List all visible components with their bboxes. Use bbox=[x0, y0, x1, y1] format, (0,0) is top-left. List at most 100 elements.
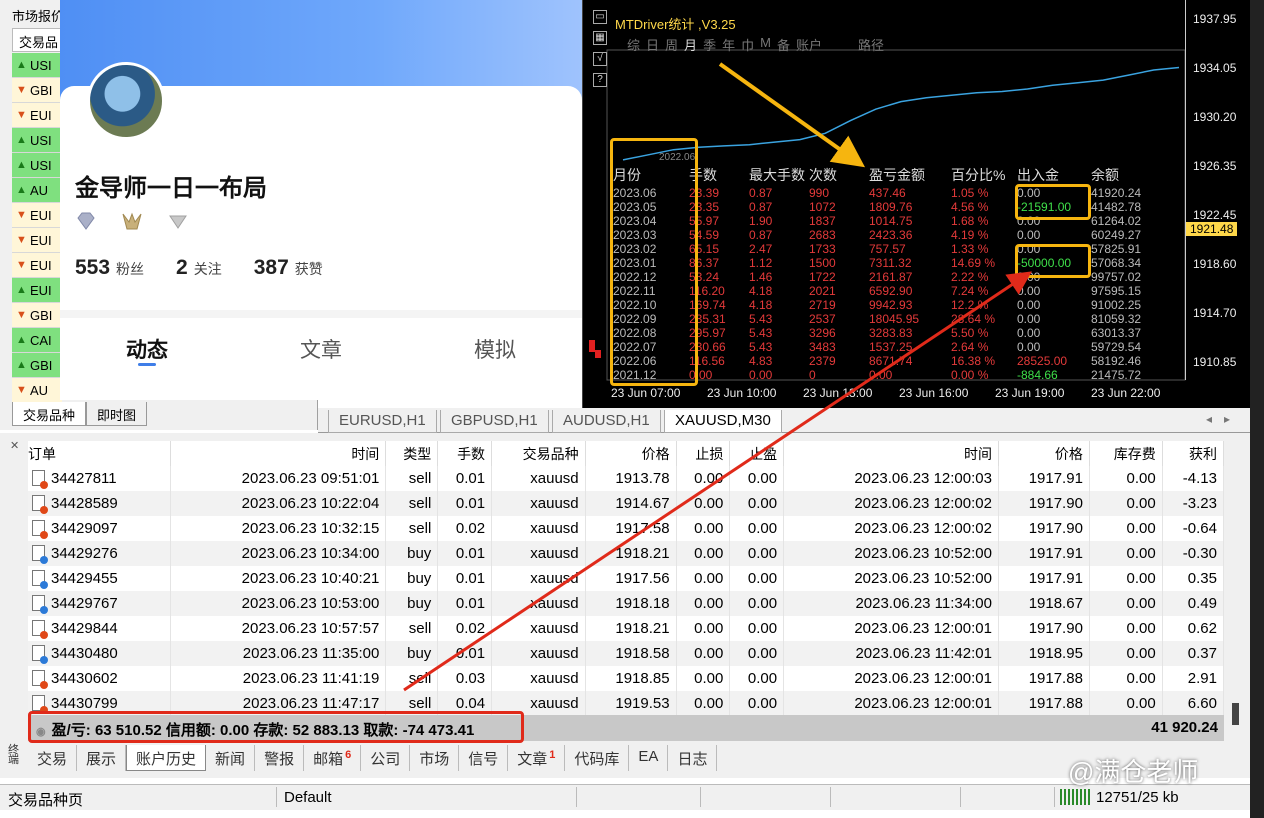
terminal-tab[interactable]: 账户历史 bbox=[126, 745, 207, 771]
indicator-menu-item[interactable]: 日 bbox=[646, 35, 659, 54]
table-row[interactable]: 34429097 2023.06.23 10:32:15 sell 0.02 xauus… bbox=[28, 516, 1225, 541]
profile-card: 金导师一日一布局 553 粉丝 2 关注 387 获赞 动态 文章 模拟 bbox=[60, 0, 582, 400]
ticket-cell: 34429767 bbox=[28, 591, 172, 616]
tab-tick-chart[interactable]: 即时图 bbox=[86, 402, 148, 426]
help-icon[interactable]: ? bbox=[593, 73, 607, 87]
terminal-tab[interactable]: 公司 bbox=[361, 745, 411, 771]
table-cell: 0.00 bbox=[1089, 641, 1163, 666]
price-chart[interactable]: ▭ ▦ √ ? MTDriver统计 ,V3.25 综日周月季年巾 M 备账户 路径 … bbox=[582, 0, 1250, 408]
stats-cell: 7311.32 bbox=[869, 256, 912, 270]
terminal-tab-label: 账户历史 bbox=[136, 751, 197, 768]
likes-stat[interactable]: 387 获赞 bbox=[254, 256, 323, 280]
stats-cell: 3283.83 bbox=[869, 326, 913, 340]
terminal-tab[interactable]: 新闻 bbox=[206, 745, 256, 771]
table-row[interactable]: 34430602 2023.06.23 11:41:19 sell 0.03 xauus… bbox=[28, 666, 1225, 691]
tab-xauusd-m30[interactable]: XAUUSD,M30 bbox=[664, 410, 782, 433]
symbol-row[interactable]: ▼ GBI bbox=[12, 303, 62, 328]
indicator-menu-item[interactable]: 年 bbox=[722, 35, 735, 54]
symbol-row[interactable]: ▲ EUI bbox=[12, 278, 62, 303]
table-cell: 1918.21 bbox=[585, 541, 677, 566]
symbol-row[interactable]: ▼ EUI bbox=[12, 253, 62, 278]
symbol-row[interactable]: ▼ AU bbox=[12, 378, 62, 403]
terminal-tab[interactable]: 邮箱 6 bbox=[304, 745, 362, 771]
order-ticket: 34429844 bbox=[51, 620, 118, 637]
indicator-menu-item[interactable]: 账户 bbox=[796, 35, 822, 54]
terminal-tab[interactable]: 信号 bbox=[459, 745, 509, 771]
column-header[interactable]: 交易品种 bbox=[491, 441, 586, 466]
arrow-down-icon: ▼ bbox=[16, 109, 27, 121]
column-header[interactable]: 止损 bbox=[676, 441, 731, 466]
table-row[interactable]: 34430480 2023.06.23 11:35:00 buy 0.01 xauusd… bbox=[28, 641, 1225, 666]
symbol-row[interactable]: ▲ CAI bbox=[12, 328, 62, 353]
expand-icon[interactable]: ▭ bbox=[593, 10, 607, 24]
arrow-down-icon: ▼ bbox=[16, 234, 27, 246]
close-icon[interactable]: ✕ bbox=[10, 439, 19, 452]
symbol-row[interactable]: ▼ GBI bbox=[12, 78, 62, 103]
tab-activity[interactable]: 动态 bbox=[60, 318, 234, 370]
tab-audusd-h1[interactable]: AUDUSD,H1 bbox=[552, 410, 661, 433]
indicator-menu-item[interactable]: 月 bbox=[684, 35, 697, 54]
indicator-menu-item[interactable]: M bbox=[760, 35, 771, 54]
column-header[interactable]: 价格 bbox=[585, 441, 677, 466]
tab-symbols[interactable]: 交易品种 bbox=[12, 402, 87, 426]
indicator-menu-item[interactable]: 综 bbox=[627, 35, 640, 54]
table-row[interactable]: 34429767 2023.06.23 10:53:00 buy 0.01 xauusd… bbox=[28, 591, 1225, 616]
table-row[interactable]: 34429844 2023.06.23 10:57:57 sell 0.02 xauus… bbox=[28, 616, 1225, 641]
table-row[interactable]: 34429455 2023.06.23 10:40:21 buy 0.01 xauusd… bbox=[28, 566, 1225, 591]
symbol-row[interactable]: ▼ EUI bbox=[12, 228, 62, 253]
symbol-row[interactable]: ▲ USI bbox=[12, 53, 62, 78]
column-header[interactable]: 库存费 bbox=[1089, 441, 1163, 466]
terminal-tab[interactable]: 日志 bbox=[668, 745, 718, 771]
terminal-tab[interactable]: 文章 1 bbox=[508, 745, 566, 771]
symbol-row[interactable]: ▲ GBI bbox=[12, 353, 62, 378]
symbol-row[interactable]: ▲ USI bbox=[12, 153, 62, 178]
terminal-tab[interactable]: 展示 bbox=[77, 745, 127, 771]
terminal-tab[interactable]: 代码库 bbox=[565, 745, 630, 771]
symbol-row[interactable]: ▲ USI bbox=[12, 128, 62, 153]
fans-stat[interactable]: 553 粉丝 bbox=[75, 256, 144, 280]
indicator-menu-path[interactable]: 路径 bbox=[858, 35, 884, 54]
column-header[interactable]: 类型 bbox=[385, 441, 439, 466]
symbol-row[interactable]: ▲ AU bbox=[12, 178, 62, 203]
terminal-tab[interactable]: 交易 bbox=[28, 745, 78, 771]
terminal-tab-label: 代码库 bbox=[574, 751, 620, 768]
indicator-menu-item[interactable]: 备 bbox=[777, 35, 790, 54]
symbol-row[interactable]: ▼ EUI bbox=[12, 203, 62, 228]
column-header[interactable]: 获利 bbox=[1162, 441, 1225, 466]
vertical-scrollbar[interactable] bbox=[1228, 441, 1244, 737]
terminal-tab[interactable]: 警报 bbox=[255, 745, 305, 771]
indicator-menu-item[interactable]: 季 bbox=[703, 35, 716, 54]
tab-scroll-arrows[interactable]: ◂▸ bbox=[1206, 412, 1242, 426]
table-row[interactable]: 34427811 2023.06.23 09:51:01 sell 0.01 xauus… bbox=[28, 466, 1225, 491]
avatar[interactable] bbox=[87, 62, 165, 140]
column-header[interactable]: 止盈 bbox=[729, 441, 785, 466]
tick-icon[interactable]: √ bbox=[593, 52, 607, 66]
table-cell: 1917.90 bbox=[998, 491, 1090, 516]
table-cell: sell bbox=[385, 491, 439, 516]
tab-simulation[interactable]: 模拟 bbox=[408, 318, 582, 370]
stats-cell: 116.20 bbox=[689, 284, 725, 298]
grid-icon[interactable]: ▦ bbox=[593, 31, 607, 45]
indicator-menu-item[interactable]: 巾 bbox=[741, 35, 754, 54]
stats-cell: 2.64 % bbox=[951, 340, 989, 354]
terminal-tab[interactable]: EA bbox=[629, 745, 669, 771]
indicator-menu-item[interactable]: 周 bbox=[665, 35, 678, 54]
stats-cell: 0.00 bbox=[1017, 326, 1041, 340]
table-row[interactable]: 34428589 2023.06.23 10:22:04 sell 0.01 xauus… bbox=[28, 491, 1225, 516]
symbol-row[interactable]: ▼ EUI bbox=[12, 103, 62, 128]
follows-stat[interactable]: 2 关注 bbox=[176, 256, 222, 280]
column-header[interactable]: 价格 bbox=[998, 441, 1090, 466]
terminal-tab[interactable]: 市场 bbox=[410, 745, 460, 771]
column-header[interactable]: 时间 bbox=[170, 441, 387, 466]
column-header[interactable]: 手数 bbox=[437, 441, 493, 466]
table-cell: 0.00 bbox=[1089, 616, 1163, 641]
tab-articles[interactable]: 文章 bbox=[234, 318, 408, 370]
tab-eurusd-h1[interactable]: EURUSD,H1 bbox=[328, 410, 437, 433]
table-row[interactable]: 34429276 2023.06.23 10:34:00 buy 0.01 xauusd… bbox=[28, 541, 1225, 566]
market-watch-title: 市场报价 bbox=[12, 9, 65, 24]
scrollbar-thumb[interactable] bbox=[1232, 703, 1239, 725]
stats-cell: 5.43 bbox=[749, 340, 773, 354]
column-header[interactable]: 时间 bbox=[783, 441, 999, 466]
column-header[interactable]: 订单 bbox=[28, 441, 172, 466]
tab-gbpusd-h1[interactable]: GBPUSD,H1 bbox=[440, 410, 549, 433]
